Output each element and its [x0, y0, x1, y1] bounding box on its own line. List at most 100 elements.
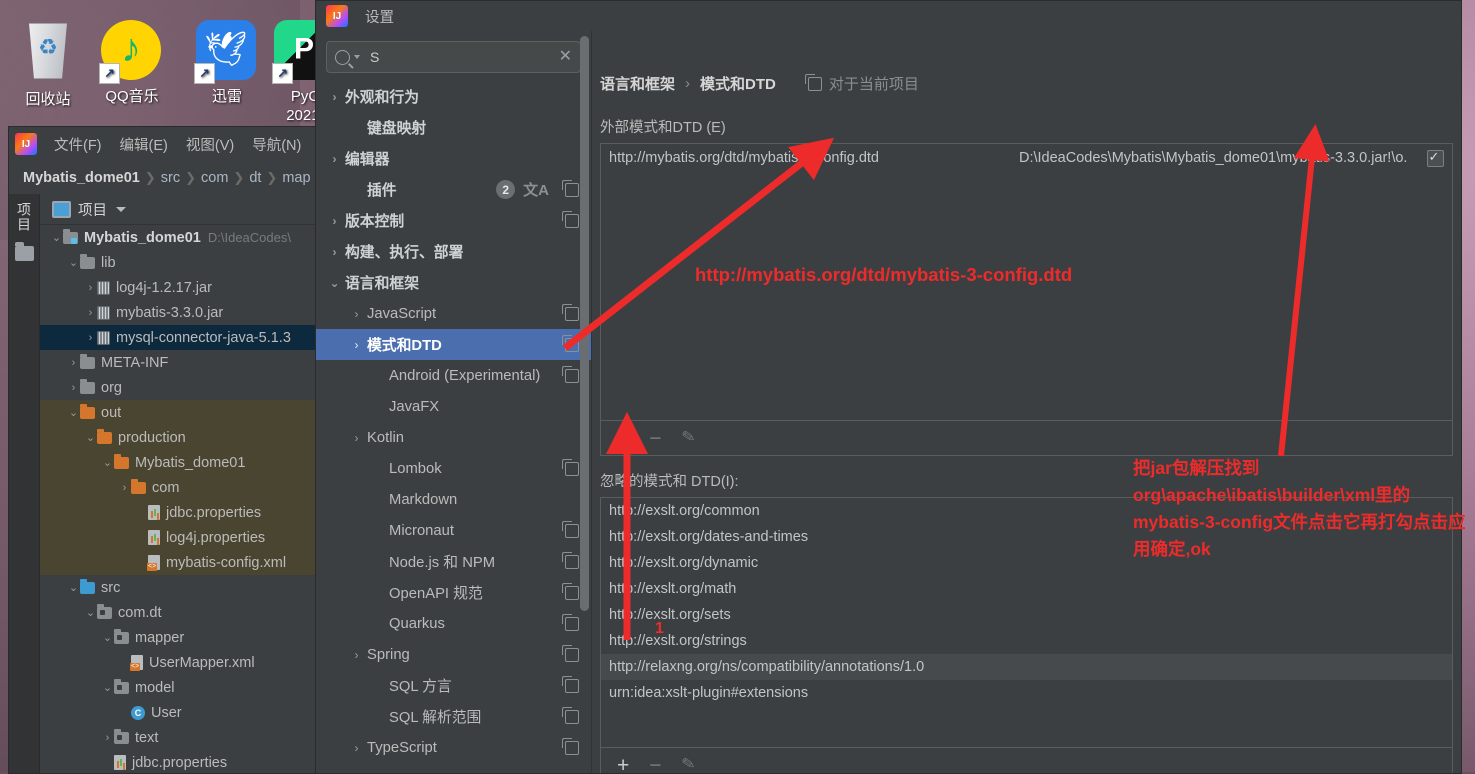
settings-tree-item-Quarkus[interactable]: Quarkus [316, 608, 591, 639]
chevron-right-icon[interactable]: › [346, 741, 367, 755]
settings-tree-item-构建、执行、部署[interactable]: ›构建、执行、部署 [316, 236, 591, 267]
settings-tree-item-Node.js-和-NPM[interactable]: Node.js 和 NPM [316, 546, 591, 577]
breadcrumb-src[interactable]: src [161, 170, 180, 186]
checkbox-checked-icon[interactable] [1427, 150, 1444, 167]
menu-navigate[interactable]: 导航(N) [243, 130, 310, 159]
ignored-schema-row[interactable]: http://exslt.org/math [601, 576, 1452, 602]
project-tree-row[interactable]: ⌄src [40, 575, 315, 600]
folder-icon[interactable] [15, 246, 34, 261]
copy-icon[interactable] [565, 555, 579, 569]
project-tree-row[interactable]: ›com [40, 475, 315, 500]
settings-tree-item-语言和框架[interactable]: ⌄语言和框架 [316, 267, 591, 298]
settings-tree-item-外观和行为[interactable]: ›外观和行为 [316, 81, 591, 112]
chevron-right-icon[interactable]: › [324, 214, 345, 228]
project-tree-row[interactable]: ⌄com.dt [40, 600, 315, 625]
copy-icon[interactable] [565, 679, 579, 693]
expand-arrow-icon[interactable]: ⌄ [50, 231, 63, 244]
chevron-right-icon[interactable]: › [324, 90, 345, 104]
project-tree-row[interactable]: UserMapper.xml [40, 650, 315, 675]
ignored-schema-row[interactable]: http://exslt.org/sets [601, 602, 1452, 628]
settings-tree-item-SQL-解析范围[interactable]: SQL 解析范围 [316, 701, 591, 732]
expand-arrow-icon[interactable]: › [67, 382, 80, 394]
edit-button[interactable]: ✎ [680, 429, 696, 447]
chevron-right-icon[interactable]: › [346, 431, 367, 445]
chevron-down-icon[interactable] [116, 207, 126, 212]
ignored-schema-row[interactable]: http://exslt.org/strings [601, 628, 1452, 654]
settings-tree-item-SQL-方言[interactable]: SQL 方言 [316, 670, 591, 701]
chevron-right-icon[interactable]: › [324, 245, 345, 259]
project-tree-row[interactable]: User [40, 700, 315, 725]
project-tree-row[interactable]: ⌄out [40, 400, 315, 425]
project-tree-row[interactable]: jdbc.properties [40, 500, 315, 525]
expand-arrow-icon[interactable]: › [101, 732, 114, 744]
settings-tree-item-键盘映射[interactable]: 键盘映射 [316, 112, 591, 143]
ignored-schema-row[interactable]: http://relaxng.org/ns/compatibility/anno… [601, 654, 1452, 680]
settings-search-box[interactable]: S ✕ [326, 41, 581, 73]
expand-arrow-icon[interactable]: ⌄ [67, 406, 80, 419]
project-tree-row[interactable]: ⌄production [40, 425, 315, 450]
copy-icon[interactable] [565, 214, 579, 228]
copy-icon[interactable] [565, 524, 579, 538]
chevron-down-icon[interactable] [354, 55, 360, 59]
breadcrumb-com[interactable]: com [201, 170, 228, 186]
search-input[interactable]: S [366, 49, 553, 65]
ignored-schemas-list[interactable]: http://exslt.org/commonhttp://exslt.org/… [600, 497, 1453, 748]
ignored-schema-row[interactable]: http://exslt.org/dates-and-times [601, 524, 1452, 550]
project-tree-row[interactable]: ›org [40, 375, 315, 400]
desktop-icon-recycle-bin[interactable]: 回收站 [0, 20, 96, 109]
chevron-right-icon[interactable]: › [346, 338, 367, 352]
copy-icon[interactable] [565, 338, 579, 352]
settings-tree-item-Lombok[interactable]: Lombok [316, 453, 591, 484]
settings-tree-item-JavaScript[interactable]: ›JavaScript [316, 298, 591, 329]
expand-arrow-icon[interactable]: ⌄ [101, 631, 114, 644]
expand-arrow-icon[interactable]: › [84, 307, 97, 319]
project-tree-row[interactable]: ⌄lib [40, 250, 315, 275]
expand-arrow-icon[interactable]: › [67, 357, 80, 369]
menu-view[interactable]: 视图(V) [177, 130, 243, 159]
ignored-schema-row[interactable]: http://exslt.org/dynamic [601, 550, 1452, 576]
project-tree-row[interactable]: ›mybatis-3.3.0.jar [40, 300, 315, 325]
external-schemas-table[interactable]: http://mybatis.org/dtd/mybatis-3-config.… [600, 143, 1453, 421]
settings-tree-item-OpenAPI-规范[interactable]: OpenAPI 规范 [316, 577, 591, 608]
copy-icon[interactable] [565, 617, 579, 631]
breadcrumb-mapper[interactable]: map [282, 170, 310, 186]
copy-icon[interactable] [565, 183, 579, 197]
remove-button[interactable]: − [649, 428, 661, 449]
expand-arrow-icon[interactable]: ⌄ [67, 256, 80, 269]
settings-tree-scrollbar[interactable] [580, 36, 589, 611]
chevron-right-icon[interactable]: › [324, 152, 345, 166]
copy-icon[interactable] [565, 307, 579, 321]
chevron-right-icon[interactable]: › [346, 307, 367, 321]
ignored-schema-row[interactable]: urn:idea:xslt-plugin#extensions [601, 680, 1452, 706]
chevron-down-icon[interactable]: ⌄ [324, 276, 345, 290]
schema-enabled-checkbox[interactable] [1418, 150, 1452, 167]
copy-icon[interactable] [565, 710, 579, 724]
remove-button[interactable]: − [649, 755, 661, 774]
project-tree-row[interactable]: mybatis-config.xml [40, 550, 315, 575]
project-tree-row[interactable]: ›mysql-connector-java-5.1.3 [40, 325, 315, 350]
expand-arrow-icon[interactable]: ⌄ [101, 681, 114, 694]
breadcrumb-project[interactable]: Mybatis_dome01 [23, 170, 140, 186]
add-button[interactable]: + [617, 755, 629, 774]
breadcrumb-dt[interactable]: dt [249, 170, 261, 186]
copy-icon[interactable] [565, 741, 579, 755]
desktop-icon-xunlei[interactable]: 迅雷 [179, 20, 275, 106]
copy-icon[interactable] [565, 648, 579, 662]
project-tree-row[interactable]: ⌄mapper [40, 625, 315, 650]
expand-arrow-icon[interactable]: › [84, 282, 97, 294]
settings-tree-item-TypeScript[interactable]: ›TypeScript [316, 732, 591, 763]
menu-file[interactable]: 文件(F) [45, 130, 111, 159]
expand-arrow-icon[interactable]: ⌄ [84, 606, 97, 619]
expand-arrow-icon[interactable]: › [118, 482, 131, 494]
desktop-icon-qq-music[interactable]: QQ音乐 [84, 20, 180, 106]
settings-tree-item-插件[interactable]: 插件2文A [316, 174, 591, 205]
settings-tree-item-编辑器[interactable]: ›编辑器 [316, 143, 591, 174]
menu-edit[interactable]: 编辑(E) [111, 130, 177, 159]
edit-button[interactable]: ✎ [680, 756, 696, 774]
settings-tree-item-Spring[interactable]: ›Spring [316, 639, 591, 670]
project-file-tree[interactable]: ⌄Mybatis_dome01D:\IdeaCodes\⌄lib›log4j-1… [40, 225, 315, 773]
expand-arrow-icon[interactable]: ⌄ [67, 581, 80, 594]
add-button[interactable]: + [617, 428, 629, 449]
clear-search-icon[interactable]: ✕ [559, 49, 572, 65]
expand-arrow-icon[interactable]: ⌄ [84, 431, 97, 444]
